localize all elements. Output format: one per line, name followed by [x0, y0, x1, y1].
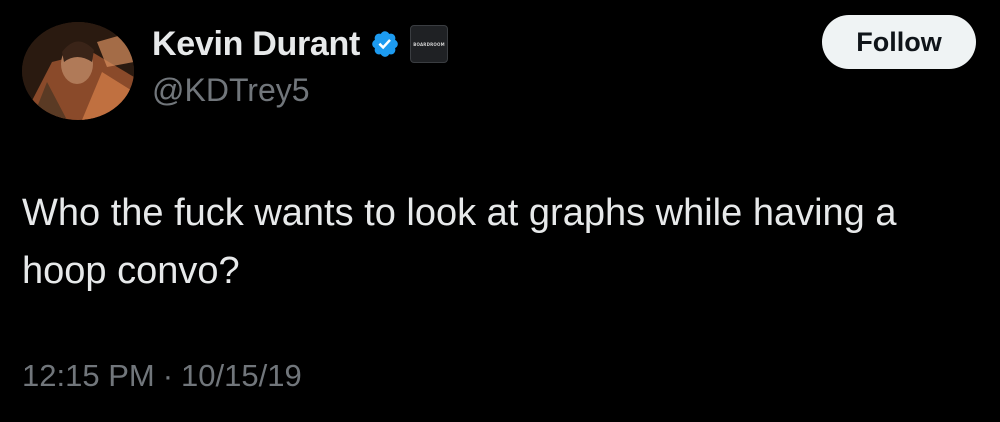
author-avatar[interactable] [22, 22, 134, 120]
tweet-time: 12:15 PM [22, 358, 155, 393]
timestamp-separator: · [162, 358, 174, 393]
author-display-name[interactable]: Kevin Durant [152, 25, 360, 64]
author-name-row: Kevin Durant BOARDROOM [152, 22, 448, 66]
tweet-timestamp[interactable]: 12:15 PM · 10/15/19 [22, 358, 302, 394]
affiliate-badge[interactable]: BOARDROOM [410, 25, 448, 63]
tweet-card: Kevin Durant BOARDROOM @KDTrey5 Follow W… [0, 0, 1000, 422]
author-handle[interactable]: @KDTrey5 [152, 72, 310, 109]
affiliate-badge-text: BOARDROOM [413, 41, 445, 47]
tweet-date: 10/15/19 [181, 358, 302, 393]
follow-button[interactable]: Follow [822, 15, 976, 69]
avatar-image [22, 22, 134, 120]
tweet-text: Who the fuck wants to look at graphs whi… [22, 192, 897, 292]
verified-checkmark-icon[interactable] [370, 29, 400, 59]
